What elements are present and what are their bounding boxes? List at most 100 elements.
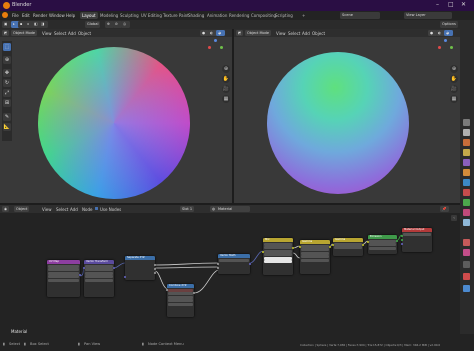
material-properties-icon[interactable] xyxy=(463,209,470,216)
render-properties-icon[interactable] xyxy=(463,129,470,136)
tab-scripting[interactable]: Scripting xyxy=(273,12,295,19)
perspective-toggle-icon[interactable]: ▦ xyxy=(450,95,458,103)
options-dropdown[interactable]: Options xyxy=(440,21,458,28)
menu-help[interactable]: Help xyxy=(66,13,75,18)
editor-type-icon[interactable]: ◩ xyxy=(2,30,10,36)
texture-properties-icon[interactable] xyxy=(463,219,470,226)
cursor-tool-icon[interactable]: ⊕ xyxy=(3,56,11,64)
object-data-icon[interactable] xyxy=(463,261,470,268)
camera-view-icon[interactable]: 🎥 xyxy=(450,85,458,93)
world-properties-icon[interactable] xyxy=(463,159,470,166)
node-gamma-2[interactable]: Gamma xyxy=(332,238,364,256)
node-mix[interactable]: Mix xyxy=(262,238,294,275)
gizmo-y-axis-icon[interactable] xyxy=(220,46,223,49)
tab-sculpting[interactable]: Sculpting xyxy=(118,12,141,19)
transform-tool-icon[interactable]: ⊞ xyxy=(3,99,11,107)
material-name-field[interactable]: Material xyxy=(216,206,250,212)
sidebar-toggle-icon[interactable]: ‹ xyxy=(451,215,457,221)
scene-properties-icon[interactable] xyxy=(463,149,470,156)
node-vector-math[interactable]: Vector Math xyxy=(217,254,251,274)
menu-render[interactable]: Render xyxy=(33,13,47,18)
slot-dropdown[interactable]: Slot 1 xyxy=(180,206,195,212)
editor-type-icon[interactable]: ◩ xyxy=(236,30,244,36)
gizmo-z-axis-icon[interactable] xyxy=(444,39,447,42)
menu-view[interactable]: View xyxy=(276,31,286,36)
pin-icon[interactable]: 📌 xyxy=(440,206,449,212)
move-tool-icon[interactable]: ✥ xyxy=(3,69,11,77)
menu-node[interactable]: Node xyxy=(82,207,92,212)
editor-type-icon[interactable]: ▣ xyxy=(2,21,11,28)
menu-file[interactable]: File xyxy=(12,13,19,18)
menu-add[interactable]: Add xyxy=(68,31,76,36)
shader-type-dropdown[interactable]: Object xyxy=(14,206,30,212)
zoom-icon[interactable]: ⊕ xyxy=(450,65,458,73)
data-properties-icon[interactable] xyxy=(463,199,470,206)
menu-view[interactable]: View xyxy=(42,31,52,36)
node-emission[interactable]: Emission xyxy=(367,235,398,254)
node-vector-transform[interactable]: Vector Transform xyxy=(83,260,115,297)
close-icon[interactable]: ✕ xyxy=(461,1,466,8)
zoom-icon[interactable]: ⊕ xyxy=(222,65,230,73)
physics-properties-icon[interactable] xyxy=(463,239,470,246)
material-slot-icon[interactable] xyxy=(463,273,470,280)
particle-properties-icon[interactable] xyxy=(463,249,470,256)
scale-tool-icon[interactable]: ⤢ xyxy=(3,89,11,97)
view-layer-selector[interactable]: View Layer xyxy=(404,12,452,19)
tool-properties-icon[interactable] xyxy=(463,119,470,126)
object-properties-icon[interactable] xyxy=(463,169,470,176)
proportional-edit-icon[interactable]: ◎ xyxy=(121,21,130,28)
menu-edit[interactable]: Edit xyxy=(22,13,30,18)
add-workspace-icon[interactable]: + xyxy=(300,12,307,19)
maximize-icon[interactable]: □ xyxy=(448,1,454,8)
menu-object[interactable]: Object xyxy=(312,31,325,36)
scene-selector[interactable]: Scene xyxy=(340,12,380,19)
shading-rendered-icon[interactable]: ◕ xyxy=(444,30,453,36)
viewport-right[interactable]: ◩ Object Mode View Select Add Object ● ◐… xyxy=(234,29,460,203)
tab-animation[interactable]: Animation xyxy=(205,12,229,19)
gizmo-x-axis-icon[interactable] xyxy=(208,46,211,49)
select-intersect-icon[interactable]: ◨ xyxy=(39,21,48,28)
editor-type-icon[interactable]: ◉ xyxy=(2,206,10,212)
node-gamma-1[interactable]: Gamma xyxy=(299,240,331,274)
menu-object[interactable]: Object xyxy=(78,31,91,36)
measure-tool-icon[interactable]: 📐 xyxy=(3,123,11,131)
mode-dropdown[interactable]: Object Mode xyxy=(11,30,38,36)
rotate-tool-icon[interactable]: ↻ xyxy=(3,79,11,87)
transform-orientation-dropdown[interactable]: Global xyxy=(85,21,101,28)
annotate-tool-icon[interactable]: ✎ xyxy=(3,113,11,121)
tab-layout[interactable]: Layout xyxy=(80,12,98,19)
menu-select[interactable]: Select xyxy=(54,31,66,36)
menu-window[interactable]: Window xyxy=(49,13,65,18)
node-material-output[interactable]: Material Output xyxy=(401,228,432,252)
node-combine-xyz[interactable]: Combine XYZ xyxy=(166,284,195,317)
blender-menu-icon[interactable] xyxy=(2,12,8,18)
menu-view[interactable]: View xyxy=(42,207,52,212)
select-box-tool-icon[interactable]: ⬚ xyxy=(3,43,11,51)
modifier-properties-icon[interactable] xyxy=(463,179,470,186)
gizmo-z-axis-icon[interactable] xyxy=(214,39,217,42)
pan-icon[interactable]: ✋ xyxy=(222,75,230,83)
shading-rendered-icon[interactable]: ◕ xyxy=(216,30,225,36)
tab-rendering[interactable]: Rendering xyxy=(227,12,251,19)
camera-view-icon[interactable]: 🎥 xyxy=(222,85,230,93)
use-nodes-checkbox[interactable] xyxy=(95,207,98,210)
tab-shading[interactable]: Shading xyxy=(186,12,206,19)
gizmo-y-axis-icon[interactable] xyxy=(450,46,453,49)
perspective-toggle-icon[interactable]: ▦ xyxy=(222,95,230,103)
output-properties-icon[interactable] xyxy=(463,139,470,146)
menu-select[interactable]: Select xyxy=(288,31,300,36)
menu-add[interactable]: Add xyxy=(302,31,310,36)
texture-slot-icon[interactable] xyxy=(463,285,470,292)
tab-modeling[interactable]: Modeling xyxy=(98,12,120,19)
constraint-properties-icon[interactable] xyxy=(463,189,470,196)
menu-select[interactable]: Select xyxy=(56,207,68,212)
gizmo-x-axis-icon[interactable] xyxy=(438,46,441,49)
mode-dropdown[interactable]: Object Mode xyxy=(245,30,272,36)
viewport-left[interactable]: ◩ Object Mode View Select Add Object ● ◐… xyxy=(0,29,232,203)
menu-add[interactable]: Add xyxy=(70,207,78,212)
node-separate-xyz[interactable]: Separate XYZ xyxy=(124,256,156,280)
minimize-icon[interactable]: – xyxy=(436,1,439,8)
node-uv-map[interactable]: UV Map xyxy=(47,260,81,297)
pan-icon[interactable]: ✋ xyxy=(450,75,458,83)
node-editor-canvas[interactable]: UV Map Vector Transform Separate XYZ Com… xyxy=(0,213,460,334)
